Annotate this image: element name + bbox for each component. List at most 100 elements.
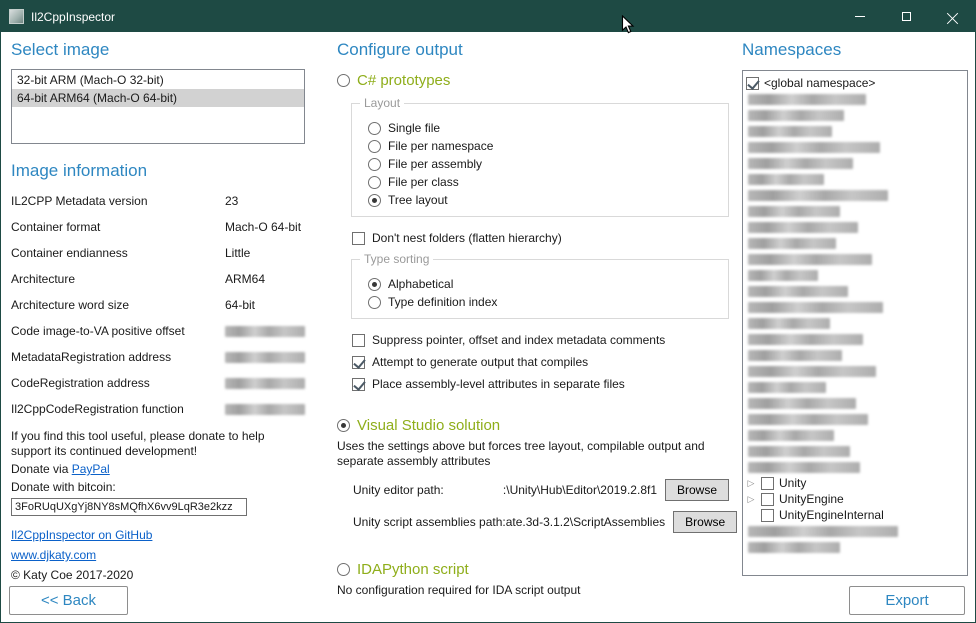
redacted-text xyxy=(748,174,824,185)
donate-bitcoin-label: Donate with bitcoin: xyxy=(11,479,305,495)
namespace-item-global[interactable]: <global namespace> xyxy=(746,75,964,91)
browse-editor-button[interactable]: Browse xyxy=(665,479,729,501)
back-button[interactable]: << Back xyxy=(9,586,128,615)
layout-option-file-per-class[interactable]: File per class xyxy=(368,173,718,191)
namespace-item-redacted[interactable] xyxy=(746,347,964,363)
close-button[interactable] xyxy=(929,1,975,32)
table-row: Container endianness Little xyxy=(11,240,305,266)
unity-editor-path-value[interactable]: :\Unity\Hub\Editor\2019.2.8f1 xyxy=(503,483,657,497)
info-label: CodeRegistration address xyxy=(11,376,225,390)
namespace-item-redacted[interactable] xyxy=(746,219,964,235)
namespace-item-redacted[interactable] xyxy=(746,427,964,443)
info-value: ARM64 xyxy=(225,272,305,286)
checkbox-icon xyxy=(761,477,774,490)
namespaces-tree[interactable]: <global namespace> xyxy=(742,70,968,576)
expander-icon[interactable]: ▷ xyxy=(746,494,756,504)
namespace-item-redacted[interactable] xyxy=(746,187,964,203)
info-label: IL2CPP Metadata version xyxy=(11,194,225,208)
namespace-item-redacted[interactable] xyxy=(746,283,964,299)
namespace-item-unityengine[interactable]: ▷ UnityEngine xyxy=(746,491,964,507)
namespace-item-redacted[interactable] xyxy=(746,539,964,555)
checkbox-icon xyxy=(352,334,365,347)
close-icon xyxy=(947,11,958,22)
layout-option-file-per-assembly[interactable]: File per assembly xyxy=(368,155,718,173)
namespace-item-redacted[interactable] xyxy=(746,267,964,283)
namespace-item-redacted[interactable] xyxy=(746,395,964,411)
namespace-item-redacted[interactable] xyxy=(746,523,964,539)
redacted-text xyxy=(748,302,883,313)
sorting-option-alphabetical[interactable]: Alphabetical xyxy=(368,275,718,293)
namespace-item-redacted[interactable] xyxy=(746,331,964,347)
namespace-item-redacted[interactable] xyxy=(746,139,964,155)
namespace-item-redacted[interactable] xyxy=(746,299,964,315)
namespace-item-redacted[interactable] xyxy=(746,203,964,219)
namespace-item-redacted[interactable] xyxy=(746,155,964,171)
visual-studio-solution-radio[interactable]: Visual Studio solution xyxy=(337,417,731,434)
list-item[interactable]: 32-bit ARM (Mach-O 32-bit) xyxy=(12,71,304,89)
export-button[interactable]: Export xyxy=(849,586,965,615)
title-bar[interactable]: Il2CppInspector xyxy=(1,1,975,32)
namespace-item-redacted[interactable] xyxy=(746,411,964,427)
csharp-prototypes-radio[interactable]: C# prototypes xyxy=(337,72,731,89)
info-value: 23 xyxy=(225,194,305,208)
redacted-text xyxy=(748,318,830,329)
donate-message: If you find this tool useful, please don… xyxy=(11,429,291,459)
separate-attribute-files-checkbox[interactable]: Place assembly-level attributes in separ… xyxy=(352,377,731,391)
minimize-button[interactable] xyxy=(837,1,883,32)
namespace-item-redacted[interactable] xyxy=(746,235,964,251)
table-row: IL2CPP Metadata version 23 xyxy=(11,188,305,214)
image-listbox[interactable]: 32-bit ARM (Mach-O 32-bit) 64-bit ARM64 … xyxy=(11,69,305,144)
flatten-hierarchy-checkbox[interactable]: Don't nest folders (flatten hierarchy) xyxy=(352,231,731,245)
namespace-item-redacted[interactable] xyxy=(746,459,964,475)
table-row: Il2CppCodeRegistration function xyxy=(11,396,305,422)
namespace-item-redacted[interactable] xyxy=(746,251,964,267)
suppress-metadata-comments-checkbox[interactable]: Suppress pointer, offset and index metad… xyxy=(352,333,731,347)
checkbox-icon-checked xyxy=(746,77,759,90)
expander-icon[interactable]: ▷ xyxy=(746,478,756,488)
layout-option-tree-layout[interactable]: Tree layout xyxy=(368,191,718,209)
checkbox-label: Place assembly-level attributes in separ… xyxy=(372,377,625,391)
radio-icon-selected xyxy=(368,278,381,291)
compilable-output-checkbox[interactable]: Attempt to generate output that compiles xyxy=(352,355,731,369)
redacted-value xyxy=(225,326,305,337)
namespace-item-redacted[interactable] xyxy=(746,91,964,107)
info-label: Il2CppCodeRegistration function xyxy=(11,402,225,416)
namespace-item-redacted[interactable] xyxy=(746,107,964,123)
redacted-text xyxy=(748,350,842,361)
website-link[interactable]: www.djkaty.com xyxy=(11,548,96,562)
maximize-button[interactable] xyxy=(883,1,929,32)
option-label: File per class xyxy=(388,175,459,189)
github-link[interactable]: Il2CppInspector on GitHub xyxy=(11,528,152,542)
sorting-option-type-definition-index[interactable]: Type definition index xyxy=(368,293,718,311)
list-item-selected[interactable]: 64-bit ARM64 (Mach-O 64-bit) xyxy=(12,89,304,107)
copyright-text: © Katy Coe 2017-2020 xyxy=(11,568,305,582)
info-label: Code image-to-VA positive offset xyxy=(11,324,225,338)
layout-option-file-per-namespace[interactable]: File per namespace xyxy=(368,137,718,155)
info-label: Architecture word size xyxy=(11,298,225,312)
namespace-item-unity[interactable]: ▷ Unity xyxy=(746,475,964,491)
paypal-link[interactable]: PayPal xyxy=(72,462,110,476)
namespace-item-redacted[interactable] xyxy=(746,363,964,379)
option-label: Single file xyxy=(388,121,440,135)
redacted-text xyxy=(748,270,818,281)
namespace-item-unityengineinternal[interactable]: UnityEngineInternal xyxy=(746,507,964,523)
bitcoin-address-input[interactable] xyxy=(11,498,247,516)
namespace-item-redacted[interactable] xyxy=(746,123,964,139)
redacted-text xyxy=(748,446,850,457)
unity-script-path-value[interactable]: ate.3d-3.1.2\ScriptAssemblies xyxy=(506,515,665,529)
namespace-item-redacted[interactable] xyxy=(746,379,964,395)
namespace-label: <global namespace> xyxy=(764,76,875,90)
info-value: 64-bit xyxy=(225,298,305,312)
layout-option-single-file[interactable]: Single file xyxy=(368,119,718,137)
redacted-text xyxy=(748,462,860,473)
radio-icon-selected xyxy=(368,194,381,207)
browse-script-assemblies-button[interactable]: Browse xyxy=(673,511,737,533)
radio-icon xyxy=(368,140,381,153)
namespace-item-redacted[interactable] xyxy=(746,171,964,187)
unity-script-path-label: Unity script assemblies path: xyxy=(353,515,506,529)
namespace-item-redacted[interactable] xyxy=(746,315,964,331)
idapython-script-radio[interactable]: IDAPython script xyxy=(337,561,731,578)
namespace-item-redacted[interactable] xyxy=(746,443,964,459)
redacted-text xyxy=(748,110,844,121)
ida-description: No configuration required for IDA script… xyxy=(337,583,721,598)
